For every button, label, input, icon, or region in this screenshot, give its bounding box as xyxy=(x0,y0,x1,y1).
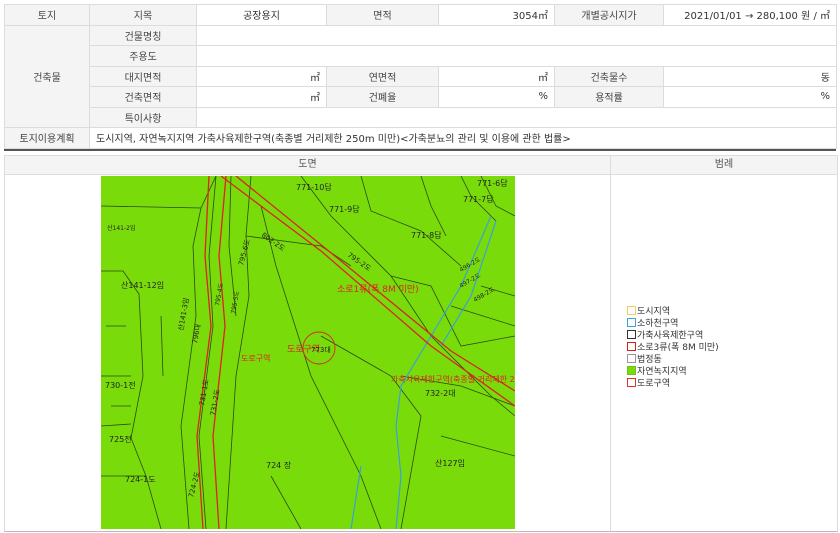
site-area-unit: ㎡ xyxy=(196,65,327,87)
jimok-value: 공장용지 xyxy=(196,4,327,26)
build-area-unit: ㎡ xyxy=(196,86,327,108)
legend-swatch xyxy=(627,365,636,375)
map-label: 724-1도 xyxy=(125,475,156,484)
price-label: 개별공시지가 xyxy=(554,4,664,26)
table-row: 토지이용계획 도시지역, 자연녹지지역 가축사육제한구역(축종별 거리제한 25… xyxy=(4,127,837,149)
far-label: 용적률 xyxy=(554,86,664,108)
floor-area-unit: ㎡ xyxy=(438,65,555,87)
floors-label: 건축물수 xyxy=(554,65,664,87)
legend-item: 자연녹지지역 xyxy=(627,364,719,377)
table-row: 건축물 건물명칭 xyxy=(4,24,837,128)
legend-label: 도로구역 xyxy=(637,378,671,389)
legend-item: 소하천구역 xyxy=(627,316,719,329)
map-label: 730-1전 xyxy=(105,380,136,390)
legend-item: 소로3류(폭 8M 미만) xyxy=(627,340,719,353)
jimok-label: 지목 xyxy=(89,4,197,26)
map-label: 773대 xyxy=(311,346,331,354)
table-row: 특이사항 xyxy=(5,106,837,128)
map-label: 771-6답 xyxy=(477,178,508,188)
legend-swatch xyxy=(627,317,636,327)
legend: 도시지역 소하천구역 가축사육제한구역 소로3류(폭 8M 미만) 법정동 자연녹지지역 도… xyxy=(627,304,719,389)
map-label: 724 장 xyxy=(266,460,292,470)
map-header: 도면 xyxy=(5,156,610,175)
area-label: 면적 xyxy=(326,4,439,26)
land-use-plan-label: 토지이용계획 xyxy=(4,127,90,149)
site-area-label: 대지면적 xyxy=(89,65,197,87)
area-value: 3054㎡ xyxy=(438,4,555,26)
map-label: 771-7답 xyxy=(463,194,494,204)
table-row: 토지 지목 공장용지 면적 3054㎡ 개별공시지가 2021/01/01 → … xyxy=(4,4,837,26)
map-label: 771-8답 xyxy=(411,230,442,240)
building-label: 건축물 xyxy=(4,24,90,128)
map-label: 가축사육제한구역(축종별 거리제한 250m) xyxy=(391,374,515,384)
bcr-label: 건폐율 xyxy=(326,86,439,108)
map-label: 소로1류(폭 8M 미만) xyxy=(337,284,419,295)
table-row: 대지면적 ㎡ 연면적 ㎡ 건축물수 동 xyxy=(5,65,837,87)
price-value: 2021/01/01 → 280,100 원 / ㎡ xyxy=(663,4,837,26)
floor-area-label: 연면적 xyxy=(326,65,439,87)
map-panel: 도면 범례 771-10답 771-6답 771-7답 771-9답 771-8… xyxy=(4,155,838,532)
build-area-label: 건축면적 xyxy=(89,86,197,108)
legend-swatch xyxy=(627,305,636,315)
main-use-value xyxy=(196,45,837,67)
land-label: 토지 xyxy=(4,4,90,26)
cadastral-map[interactable]: 771-10답 771-6답 771-7답 771-9답 771-8답 산141… xyxy=(101,176,515,529)
legend-header: 범례 xyxy=(611,156,837,175)
legend-item: 도로구역 xyxy=(627,376,719,389)
special-label: 특이사항 xyxy=(89,106,197,128)
panel-divider xyxy=(610,156,611,531)
legend-swatch xyxy=(627,353,636,363)
map-label: 도로구역 xyxy=(241,353,270,363)
floors-unit: 동 xyxy=(663,65,837,87)
land-use-plan-value: 도시지역, 자연녹지지역 가축사육제한구역(축종별 거리제한 250m 미만)<… xyxy=(89,127,837,149)
map-label: 771-10답 xyxy=(296,182,332,192)
table-row: 주용도 xyxy=(5,45,837,67)
legend-swatch xyxy=(627,329,636,339)
map-label: 725전 xyxy=(109,434,132,444)
legend-item: 법정동 xyxy=(627,352,719,365)
table-row: 건축면적 ㎡ 건폐율 % 용적률 % xyxy=(5,86,837,108)
bcr-unit: % xyxy=(438,86,555,108)
legend-item: 도시지역 xyxy=(627,304,719,317)
map-label: 산141-2임 xyxy=(107,224,135,232)
map-label: 771-9답 xyxy=(329,204,360,214)
legend-swatch xyxy=(627,341,636,351)
far-unit: % xyxy=(663,86,837,108)
special-value xyxy=(196,106,837,128)
legend-item: 가축사육제한구역 xyxy=(627,328,719,341)
building-name-value xyxy=(196,24,837,46)
map-label: 산127임 xyxy=(435,458,465,468)
building-name-label: 건물명칭 xyxy=(89,24,197,46)
map-label: 산141-12임 xyxy=(121,280,164,290)
main-use-label: 주용도 xyxy=(89,45,197,67)
section-divider xyxy=(4,149,836,151)
land-info-table: 토지 지목 공장용지 면적 3054㎡ 개별공시지가 2021/01/01 → … xyxy=(4,4,837,149)
map-label: 732-2대 xyxy=(425,389,456,398)
legend-swatch xyxy=(627,377,636,387)
